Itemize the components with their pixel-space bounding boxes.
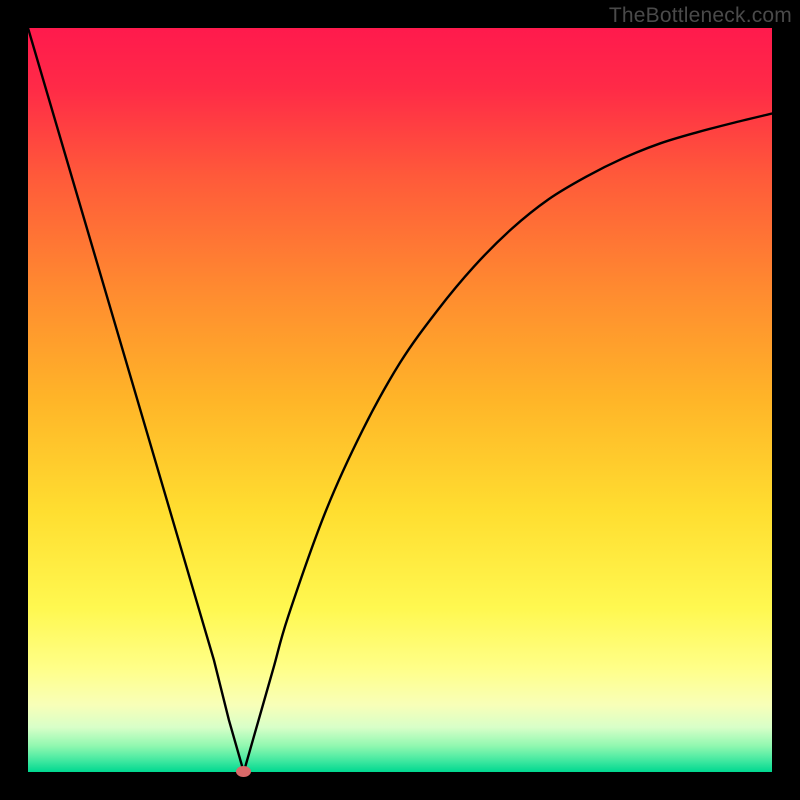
chart-frame xyxy=(28,28,772,772)
plot-svg xyxy=(28,28,772,772)
optimum-marker xyxy=(236,766,251,777)
gradient-background xyxy=(28,28,772,772)
watermark-text: TheBottleneck.com xyxy=(609,4,792,28)
